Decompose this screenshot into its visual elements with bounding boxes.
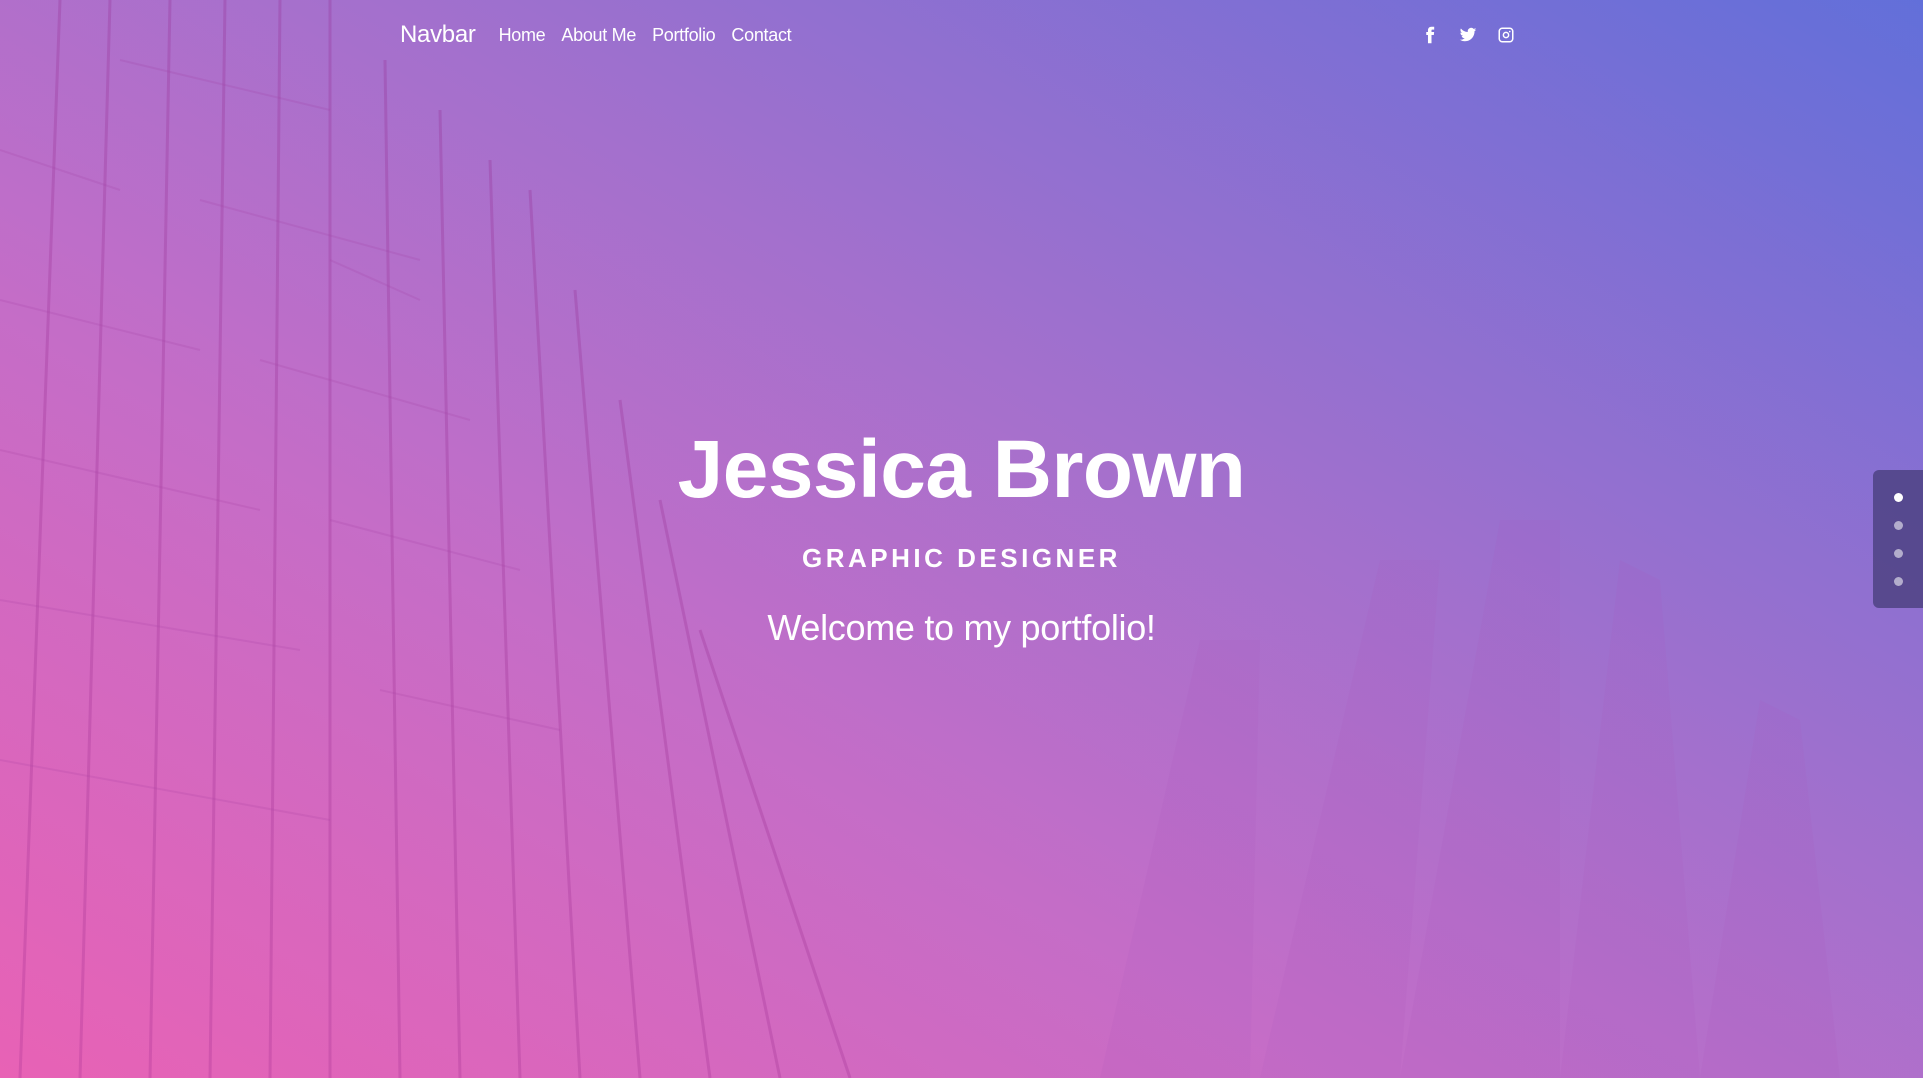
nav-link-home[interactable]: Home [499,25,546,46]
twitter-icon[interactable] [1459,26,1477,44]
navbar: Navbar Home About Me Portfolio Contact [400,18,1515,52]
hero-section: Navbar Home About Me Portfolio Contact J… [0,0,1923,1078]
hero-tagline: Welcome to my portfolio! [767,607,1156,648]
hero-title: Jessica Brown [677,424,1246,515]
nav-link-about-me[interactable]: About Me [561,25,636,46]
hero-content: Jessica Brown GRAPHIC DESIGNER Welcome t… [0,420,1923,650]
slide-dot-3[interactable] [1893,548,1903,558]
slide-dot-2[interactable] [1893,520,1903,530]
navbar-brand[interactable]: Navbar [400,21,476,49]
slide-dot-1[interactable] [1893,492,1903,502]
nav-link-contact[interactable]: Contact [731,25,791,46]
instagram-icon[interactable] [1497,26,1515,44]
facebook-icon[interactable] [1421,26,1439,44]
hero-subtitle: GRAPHIC DESIGNER [802,543,1121,573]
social-links [1421,26,1515,44]
nav-link-portfolio[interactable]: Portfolio [652,25,716,46]
slide-dots [1873,470,1923,608]
slide-dot-4[interactable] [1893,576,1903,586]
nav-links: Home About Me Portfolio Contact [499,25,792,46]
